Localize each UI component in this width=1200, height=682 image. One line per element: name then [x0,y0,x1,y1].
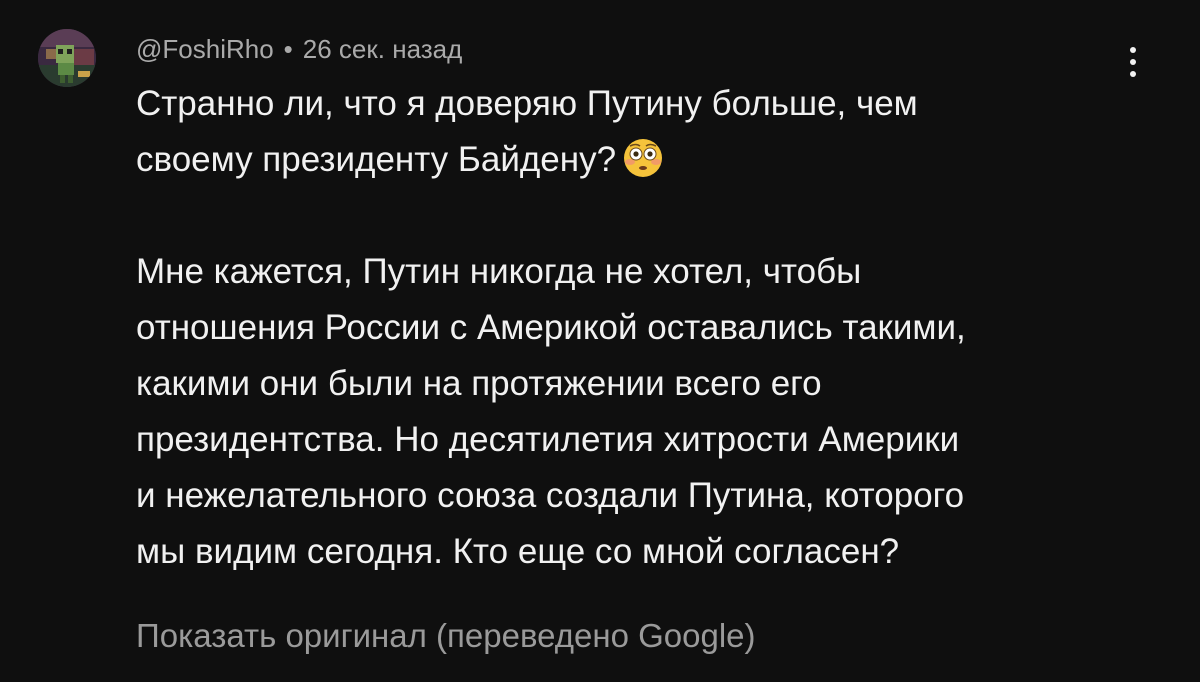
comment-line: своему президенту Байдену? [136,132,1166,188]
more-vertical-icon [1130,47,1136,53]
comment-line: какими они были на протяжении всего его [136,364,822,403]
comment-line: Странно ли, что я доверяю Путину больше,… [136,84,918,123]
comment-text: Странно ли, что я доверяю Путину больше,… [136,76,1166,580]
comment-line: президентства. Но десятилетия хитрости А… [136,420,960,459]
comment-line: отношения России с Америкой оставались т… [136,308,966,347]
flushed-face-emoji [624,139,663,177]
author-name[interactable]: @FoshiRho [136,34,274,64]
avatar-image [38,29,96,87]
comment-line-text: своему президенту Байдену? [136,140,617,179]
comment-meta: @FoshiRho • 26 сек. назад [136,32,462,66]
avatar[interactable] [38,29,96,87]
comment-line: мы видим сегодня. Кто еще со мной соглас… [136,532,900,571]
comment-line: и нежелательного союза создали Путина, к… [136,476,965,515]
comment: @FoshiRho • 26 сек. назад Странно ли, что … [0,0,1200,682]
more-vertical-icon-dot [1130,59,1136,65]
show-original-link[interactable]: Показать оригинал (переведено Google) [136,614,756,658]
timestamp[interactable]: 26 сек. назад [303,34,463,64]
meta-separator: • [283,34,293,64]
comment-line: Мне кажется, Путин никогда не хотел, что… [136,252,862,291]
more-options-button[interactable] [1118,44,1148,80]
